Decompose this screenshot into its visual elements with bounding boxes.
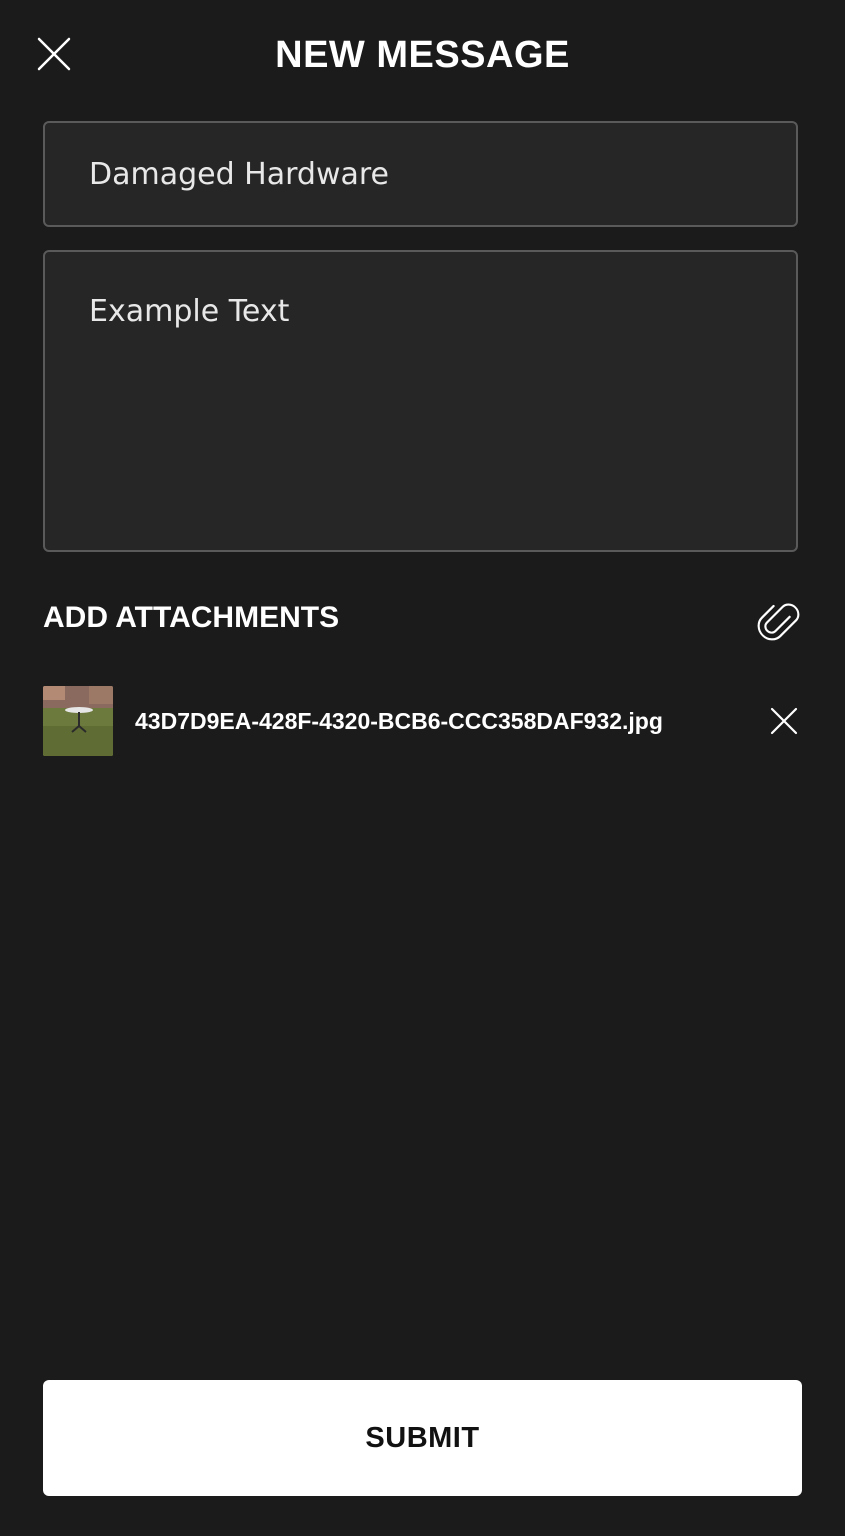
remove-attachment-button[interactable] [765,702,803,740]
close-icon [770,707,798,735]
attachment-filename: 43D7D9EA-428F-4320-BCB6-CCC358DAF932.jpg [135,708,663,734]
image-thumbnail [43,686,113,756]
add-attachment-button[interactable] [752,592,806,646]
subject-value: Damaged Hardware [89,156,390,192]
paperclip-icon [757,603,800,641]
submit-button[interactable]: SUBMIT [43,1380,802,1496]
attachment-item: 43D7D9EA-428F-4320-BCB6-CCC358DAF932.jpg [43,686,803,756]
message-body-value: Example Text [89,294,290,329]
header: NEW MESSAGE [0,0,845,110]
subject-input[interactable]: Damaged Hardware [43,121,798,227]
page-title: NEW MESSAGE [275,34,570,76]
add-attachments-label: ADD ATTACHMENTS [43,601,340,634]
attachment-thumbnail[interactable] [43,686,113,756]
message-body-textarea[interactable]: Example Text [43,250,798,552]
